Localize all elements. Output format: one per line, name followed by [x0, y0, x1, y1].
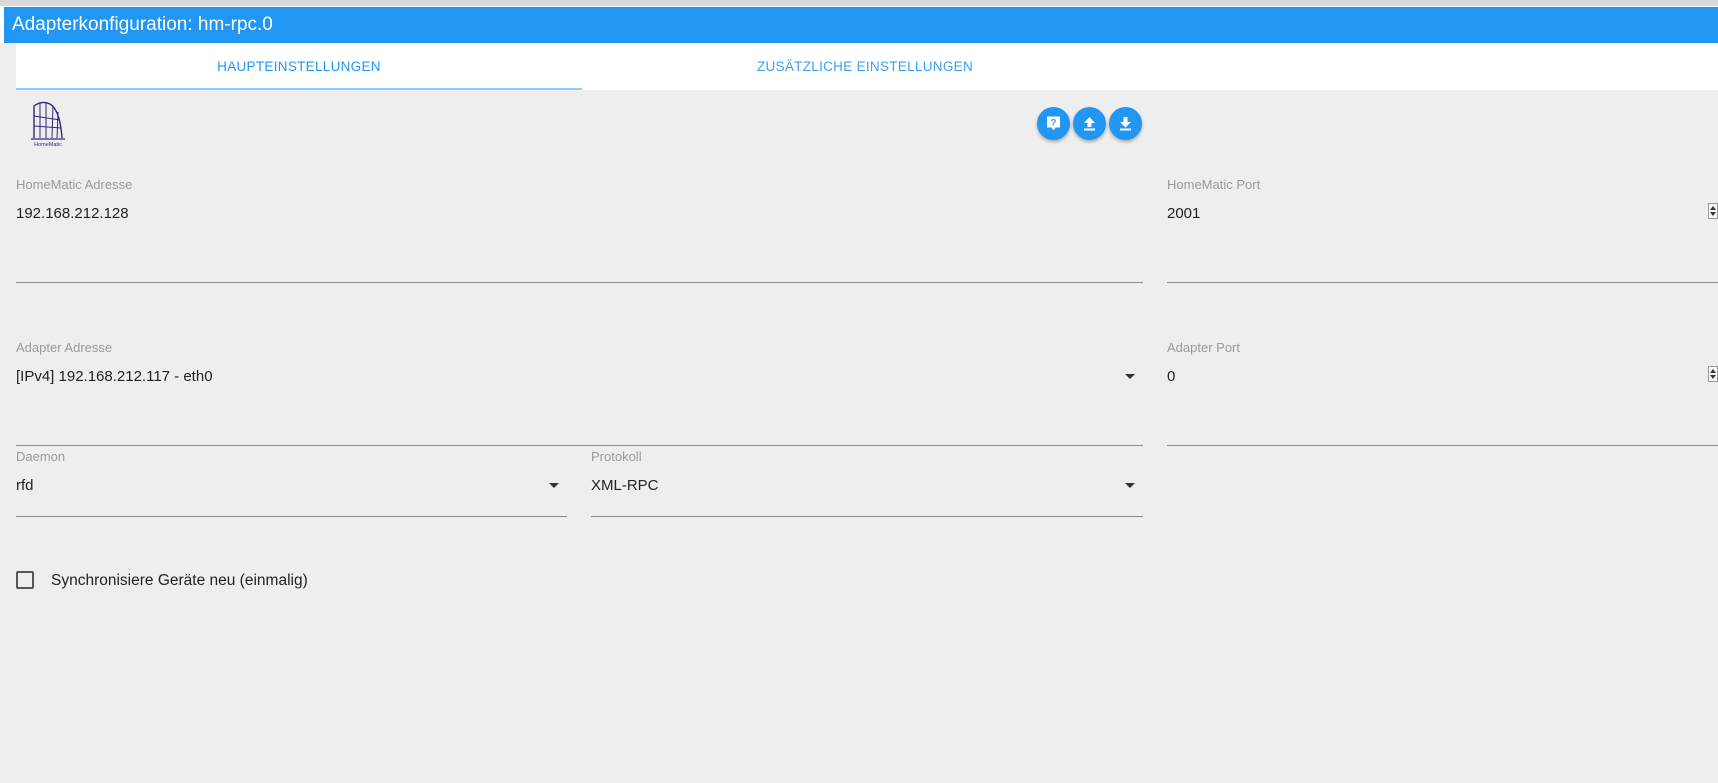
homematic-port-stepper[interactable] — [1708, 203, 1718, 219]
daemon-label: Daemon — [16, 449, 66, 464]
sync-devices-label: Synchronisiere Geräte neu (einmalig) — [51, 572, 308, 589]
adapter-address-value[interactable]: [IPv4] 192.168.212.117 - eth0 — [16, 368, 213, 385]
protocol-value[interactable]: XML-RPC — [591, 477, 659, 494]
daemon-select[interactable]: Daemon rfd — [16, 449, 567, 517]
tab-additional-settings[interactable]: ZUSÄTZLICHE EINSTELLUNGEN — [582, 43, 1148, 90]
adapter-address-label: Adapter Adresse — [16, 340, 113, 355]
help-icon: ? — [1047, 116, 1060, 131]
chevron-down-icon[interactable] — [1125, 483, 1135, 488]
tab-main-settings[interactable]: HAUPTEINSTELLUNGEN — [16, 43, 582, 90]
homematic-address-label: HomeMatic Adresse — [16, 177, 133, 192]
sync-devices-checkbox[interactable] — [16, 571, 34, 589]
adapter-port-field[interactable]: Adapter Port 0 — [1167, 340, 1718, 446]
download-button[interactable] — [1109, 107, 1142, 140]
help-button[interactable]: ? — [1037, 107, 1070, 140]
download-icon — [1120, 117, 1131, 131]
stepper-up-icon — [1710, 206, 1716, 210]
top-strip — [0, 0, 1718, 6]
tab-bar: HAUPTEINSTELLUNGEN ZUSÄTZLICHE EINSTELLU… — [16, 43, 1718, 90]
adapter-port-label: Adapter Port — [1167, 340, 1240, 355]
homematic-logo: HomeMatic — [28, 98, 68, 148]
homematic-port-field[interactable]: HomeMatic Port 2001 — [1167, 177, 1718, 283]
chevron-down-icon[interactable] — [549, 483, 559, 488]
upload-icon — [1084, 117, 1095, 131]
homematic-address-value[interactable]: 192.168.212.128 — [16, 205, 129, 222]
protocol-select[interactable]: Protokoll XML-RPC — [591, 449, 1143, 517]
config-content: HAUPTEINSTELLUNGEN ZUSÄTZLICHE EINSTELLU… — [0, 43, 1718, 783]
adapter-port-stepper[interactable] — [1708, 366, 1718, 382]
chevron-down-icon[interactable] — [1125, 374, 1135, 379]
config-window: Adapterkonfiguration: hm-rpc.0 HAUPTEINS… — [0, 0, 1718, 783]
active-tab-indicator — [16, 88, 582, 90]
upload-button[interactable] — [1073, 107, 1106, 140]
daemon-value[interactable]: rfd — [16, 477, 34, 494]
homematic-address-field[interactable]: HomeMatic Adresse 192.168.212.128 — [16, 177, 1143, 283]
adapter-port-value[interactable]: 0 — [1167, 368, 1175, 385]
homematic-port-label: HomeMatic Port — [1167, 177, 1261, 192]
svg-text:?: ? — [1051, 118, 1057, 129]
stepper-up-icon — [1710, 369, 1716, 373]
window-title: Adapterkonfiguration: hm-rpc.0 — [4, 7, 1718, 43]
protocol-label: Protokoll — [591, 449, 642, 464]
homematic-logo-text: HomeMatic — [34, 142, 62, 148]
homematic-port-value[interactable]: 2001 — [1167, 205, 1200, 222]
stepper-down-icon — [1710, 375, 1716, 379]
stepper-down-icon — [1710, 212, 1716, 216]
adapter-address-select[interactable]: Adapter Adresse [IPv4] 192.168.212.117 -… — [16, 340, 1143, 446]
